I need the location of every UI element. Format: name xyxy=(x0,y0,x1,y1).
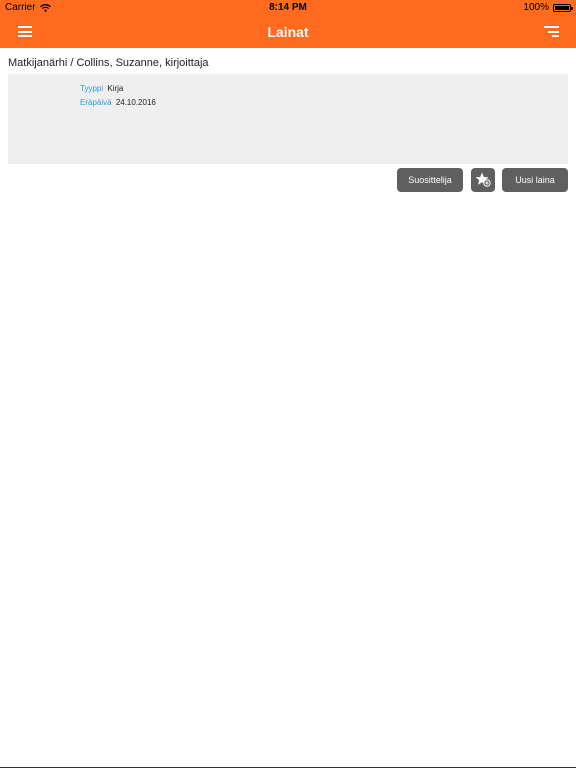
status-right: 100% xyxy=(523,2,573,13)
loan-card[interactable]: Tyyppi Kirja Eräpäivä 24.10.2016 xyxy=(8,74,568,164)
battery-icon xyxy=(553,3,573,12)
favorite-button[interactable] xyxy=(471,168,495,192)
screen: Carrier 8:14 PM 100% Lainat Matkijanärhi… xyxy=(0,0,576,768)
battery-percent: 100% xyxy=(523,2,549,13)
loan-due-label: Eräpäivä xyxy=(80,98,112,107)
loan-type-value: Kirja xyxy=(107,84,124,93)
nav-bar: Lainat xyxy=(0,16,576,48)
page-title: Lainat xyxy=(267,24,309,40)
status-time: 8:14 PM xyxy=(269,2,307,13)
loan-type-row: Tyyppi Kirja xyxy=(80,84,123,93)
loan-title: Matkijanärhi / Collins, Suzanne, kirjoit… xyxy=(8,57,209,69)
loan-type-label: Tyyppi xyxy=(80,84,104,93)
recommender-button[interactable]: Suosittelija xyxy=(397,168,463,192)
loan-due-value: 24.10.2016 xyxy=(115,98,156,107)
loan-due-row: Eräpäivä 24.10.2016 xyxy=(80,98,156,107)
sort-icon[interactable] xyxy=(544,26,559,37)
star-add-icon xyxy=(475,172,491,189)
status-bar: Carrier 8:14 PM 100% xyxy=(0,0,576,16)
new-loan-button[interactable]: Uusi laina xyxy=(502,168,568,192)
